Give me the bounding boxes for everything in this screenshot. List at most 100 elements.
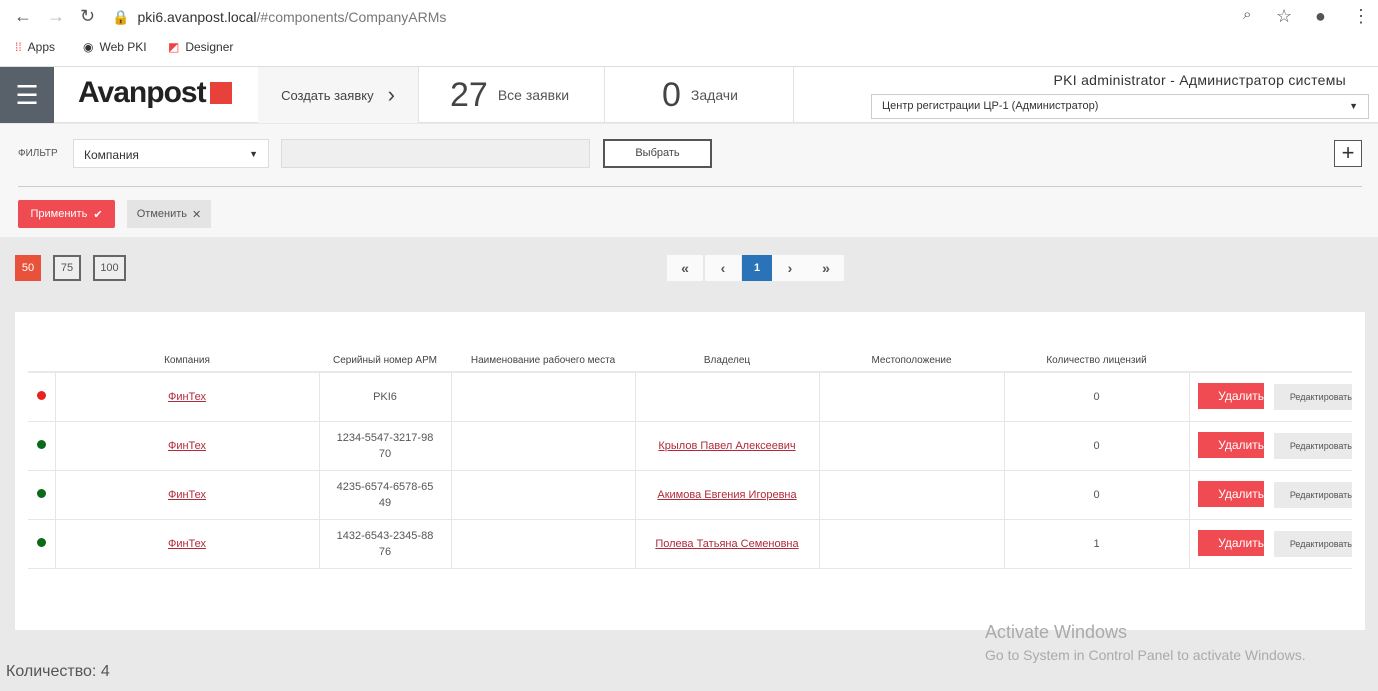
choose-button[interactable]: Выбрать	[603, 139, 712, 168]
filter-value-input[interactable]	[281, 139, 590, 168]
all-count: 27	[450, 75, 488, 114]
bookmark-designer[interactable]: ◩ Designer	[168, 40, 233, 54]
prev-page-icon[interactable]: ‹	[705, 255, 741, 281]
all-requests-link[interactable]: 27 Все заявки	[450, 67, 569, 123]
actions-cell: Удалить Редактировать	[1189, 519, 1352, 569]
arm-table: Компания Серийный номер АРМ Наименование…	[28, 350, 1352, 569]
hamburger-menu-icon[interactable]: ☰	[0, 67, 54, 123]
url-path: /#components/CompanyARMs	[256, 9, 447, 25]
forward-icon[interactable]: →	[47, 6, 65, 27]
filter-label: ФИЛЬТР	[18, 148, 58, 159]
lock-icon: 🔒	[112, 8, 130, 25]
workplace-cell	[451, 519, 636, 569]
licenses-cell: 0	[1004, 421, 1190, 471]
all-label: Все заявки	[497, 87, 570, 103]
status-cell	[28, 519, 56, 569]
col-location[interactable]: Местоположение	[819, 350, 1004, 373]
back-icon[interactable]: ←	[14, 6, 32, 27]
account-icon[interactable]: ●	[1315, 6, 1326, 27]
watermark-subtitle: Go to System in Control Panel to activat…	[985, 647, 1306, 663]
status-cell	[28, 470, 56, 520]
table-row: ФинТех 4235-6574-6578-6549 Акимова Евген…	[28, 470, 1352, 520]
apply-button[interactable]: Применить ✔	[18, 200, 115, 228]
col-licenses[interactable]: Количество лицензий	[1004, 350, 1189, 373]
edit-button[interactable]: Редактировать	[1274, 482, 1352, 508]
zoom-icon[interactable]: ⌕	[1243, 6, 1251, 23]
workplace-cell	[451, 421, 636, 471]
col-actions	[1189, 350, 1352, 373]
bookmark-label: Web PKI	[99, 40, 147, 54]
filter-field-select[interactable]: Компания ▼	[73, 139, 269, 168]
delete-button[interactable]: Удалить	[1198, 432, 1264, 458]
page-size-100[interactable]: 100	[93, 255, 126, 281]
edit-button[interactable]: Редактировать	[1274, 531, 1352, 557]
bookmark-webpki[interactable]: ◉ Web PKI	[83, 40, 147, 54]
location-cell	[819, 470, 1005, 520]
table-row: ФинТех 1234-5547-3217-9870 Крылов Павел …	[28, 421, 1352, 471]
owner-cell: Крылов Павел Алексеевич	[635, 421, 820, 471]
serial-cell: 1432-6543-2345-8876	[319, 519, 452, 569]
bookmark-label: Designer	[185, 40, 234, 54]
create-request-button[interactable]: Создать заявку ›	[258, 67, 418, 123]
licenses-cell: 0	[1004, 372, 1190, 422]
role-select[interactable]: Центр регистрации ЦР-1 (Администратор) ▼	[871, 94, 1369, 119]
address-bar[interactable]: 🔒 pki6.avanpost.local/#components/Company…	[112, 5, 1302, 29]
next-page-icon[interactable]: ›	[772, 255, 808, 281]
check-icon: ✔	[93, 208, 103, 221]
status-cell	[28, 421, 56, 471]
owner-link[interactable]: Полева Татьяна Семеновна	[655, 538, 798, 550]
company-cell: ФинТех	[55, 372, 320, 422]
owner-link[interactable]: Крылов Павел Алексеевич	[658, 440, 795, 452]
delete-button[interactable]: Удалить	[1198, 530, 1264, 556]
watermark-title: Activate Windows	[985, 622, 1128, 642]
status-dot-icon	[36, 488, 46, 498]
divider	[418, 67, 419, 123]
tasks-label: Задачи	[690, 87, 738, 103]
location-cell	[819, 372, 1005, 422]
bookmark-apps[interactable]: ⁞⁞ Apps	[15, 40, 55, 54]
workplace-cell	[451, 372, 636, 422]
actions-cell: Удалить Редактировать	[1189, 421, 1352, 471]
serial-value: 1432-6543-2345-8876	[336, 529, 434, 558]
col-workplace[interactable]: Наименование рабочего места	[451, 350, 635, 373]
delete-button[interactable]: Удалить	[1198, 383, 1264, 410]
company-link[interactable]: ФинТех	[168, 391, 206, 403]
edit-button[interactable]: Редактировать	[1274, 384, 1352, 411]
table-row: ФинТех 1432-6543-2345-8876 Полева Татьян…	[28, 519, 1352, 569]
star-icon[interactable]: ☆	[1276, 6, 1292, 27]
col-serial[interactable]: Серийный номер АРМ	[319, 350, 451, 373]
logo-text: Avanpost	[78, 76, 207, 109]
cancel-label: Отменить	[136, 208, 188, 220]
edit-button[interactable]: Редактировать	[1274, 433, 1352, 459]
first-page-icon[interactable]: «	[667, 255, 703, 281]
page-size-50[interactable]: 50	[15, 255, 41, 281]
add-button[interactable]: +	[1334, 140, 1362, 167]
divider	[18, 186, 1362, 187]
company-cell: ФинТех	[55, 519, 320, 569]
tasks-link[interactable]: 0 Задачи	[662, 67, 738, 123]
menu-icon[interactable]: ⋮	[1352, 6, 1370, 27]
serial-value: 1234-5547-3217-9870	[336, 431, 434, 460]
owner-link[interactable]: Акимова Евгения Игоревна	[657, 489, 796, 501]
cancel-button[interactable]: Отменить ✕	[127, 200, 211, 228]
reload-icon[interactable]: ↻	[80, 6, 95, 27]
workplace-cell	[451, 470, 636, 520]
bookmark-label: Apps	[27, 40, 56, 54]
user-name: PKI administrator - Администратор систем…	[1053, 72, 1346, 88]
caret-down-icon: ▼	[1349, 101, 1358, 111]
page-size-75[interactable]: 75	[53, 255, 81, 281]
company-link[interactable]: ФинТех	[168, 489, 206, 501]
col-owner[interactable]: Владелец	[635, 350, 819, 373]
company-link[interactable]: ФинТех	[168, 538, 206, 550]
serial-cell: 1234-5547-3217-9870	[319, 421, 452, 471]
page-1[interactable]: 1	[742, 255, 772, 281]
delete-button[interactable]: Удалить	[1198, 481, 1264, 507]
owner-cell	[635, 372, 820, 422]
logo: Avanpost	[78, 76, 232, 110]
company-link[interactable]: ФинТех	[168, 440, 206, 452]
caret-down-icon: ▼	[249, 149, 258, 159]
actions-cell: Удалить Редактировать	[1189, 470, 1352, 520]
last-page-icon[interactable]: »	[808, 255, 844, 281]
serial-cell: 4235-6574-6578-6549	[319, 470, 452, 520]
col-company[interactable]: Компания	[55, 350, 319, 373]
